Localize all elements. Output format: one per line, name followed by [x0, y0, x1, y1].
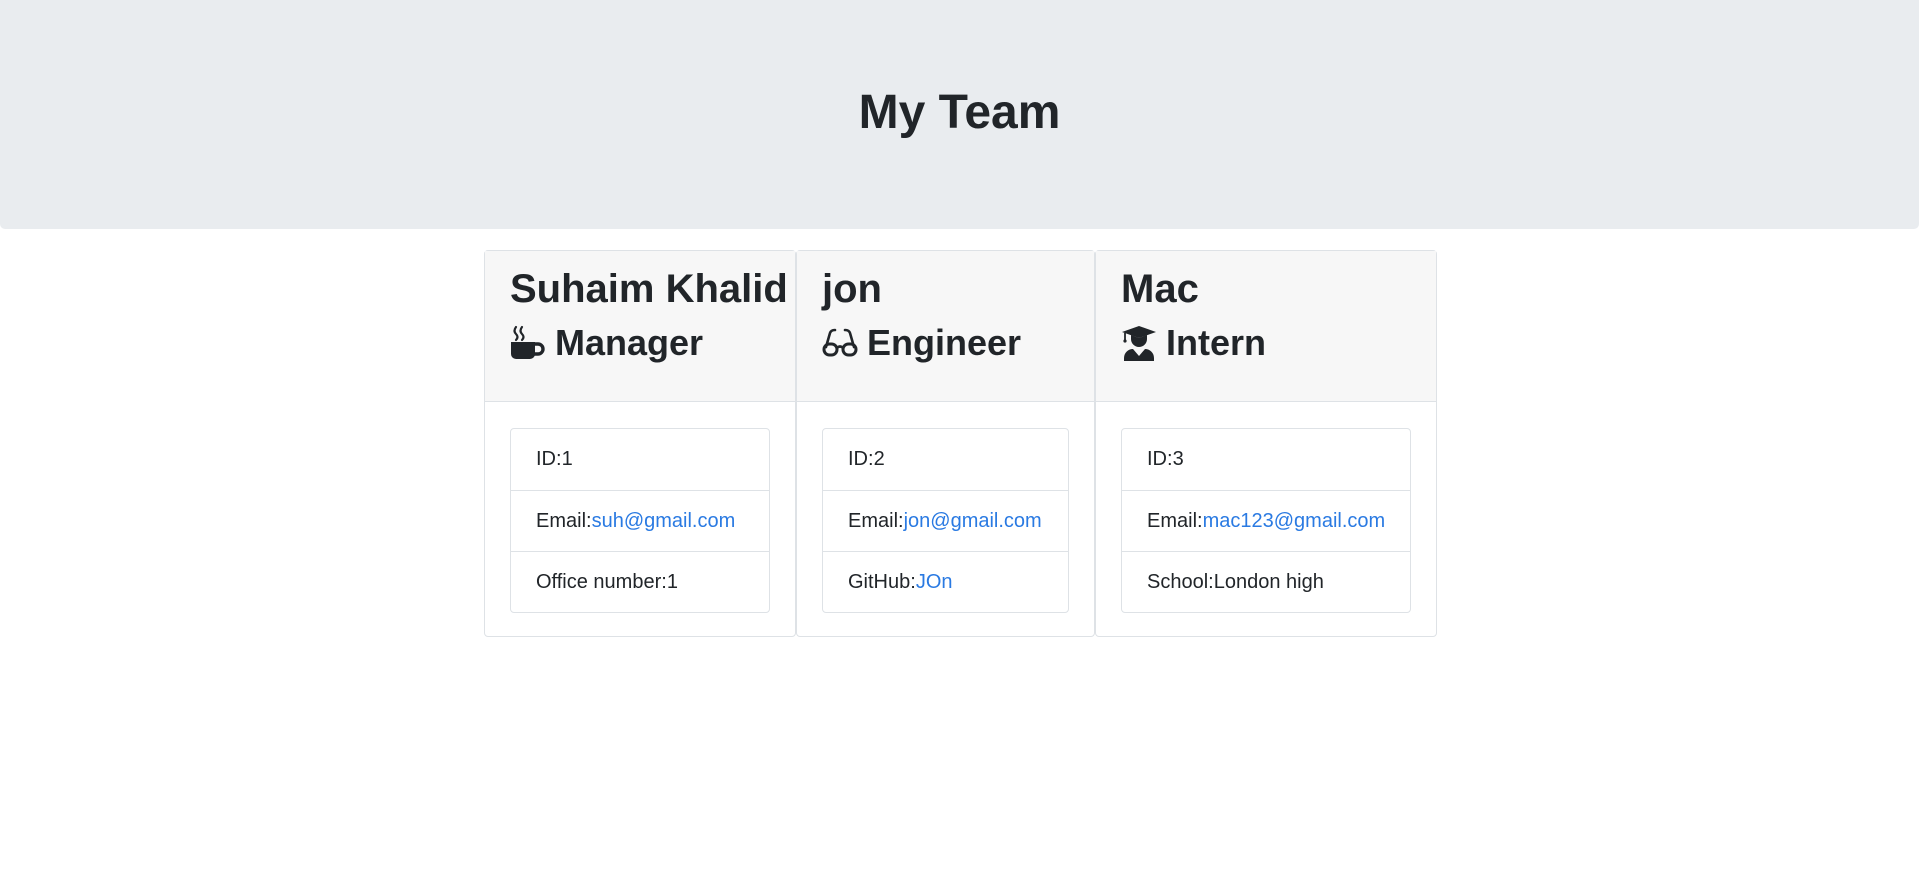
card-body: ID: 3 Email: mac123@gmail.com School: Lo… — [1096, 402, 1436, 613]
school-value: London high — [1213, 570, 1324, 593]
role-label: Engineer — [867, 322, 1022, 363]
details-list: ID: 1 Email: suh@gmail.com Office number… — [510, 428, 770, 613]
role-label: Manager — [555, 322, 704, 363]
list-item-github: GitHub: JOn — [823, 551, 1068, 612]
page-title: My Team — [858, 85, 1061, 139]
employee-name: Suhaim Khalid — [510, 267, 788, 311]
office-number-label: Office number: — [536, 570, 667, 593]
id-value: 1 — [561, 448, 573, 470]
email-label: Email: — [1147, 509, 1203, 532]
employee-role: Intern — [1121, 321, 1411, 364]
list-item-email: Email: mac123@gmail.com — [1122, 490, 1410, 551]
list-item-email: Email: suh@gmail.com — [511, 490, 769, 551]
employee-card-manager: Suhaim Khalid Manager ID: 1 Email: suh@g… — [484, 250, 796, 637]
employee-card-intern: Mac Intern ID: 3 Email: mac123@gmail.com… — [1095, 250, 1437, 637]
email-label: Email: — [848, 509, 904, 532]
page-header: My Team — [0, 0, 1919, 229]
coffee-mug-icon — [510, 325, 546, 361]
github-link[interactable]: JOn — [916, 571, 953, 594]
id-label: ID: — [536, 448, 562, 470]
list-item-id: ID: 3 — [1122, 429, 1410, 490]
details-list: ID: 2 Email: jon@gmail.com GitHub: JOn — [822, 428, 1069, 613]
team-cards: Suhaim Khalid Manager ID: 1 Email: suh@g… — [484, 250, 1437, 637]
school-label: School: — [1147, 570, 1214, 593]
list-item-id: ID: 1 — [511, 429, 769, 490]
card-header: jon Engineer — [797, 251, 1094, 402]
github-label: GitHub: — [848, 570, 916, 593]
employee-card-engineer: jon Engineer ID: 2 Email: jon@gmail.com … — [796, 250, 1095, 637]
email-label: Email: — [536, 509, 592, 532]
employee-role: Manager — [510, 321, 770, 364]
employee-name: Mac — [1121, 267, 1199, 311]
list-item-id: ID: 2 — [823, 429, 1068, 490]
list-item-email: Email: jon@gmail.com — [823, 490, 1068, 551]
graduate-icon — [1121, 325, 1157, 361]
email-link[interactable]: suh@gmail.com — [592, 510, 736, 533]
glasses-icon — [822, 325, 858, 361]
employee-role: Engineer — [822, 321, 1069, 364]
id-label: ID: — [1147, 448, 1173, 470]
list-item-school: School: London high — [1122, 551, 1410, 612]
card-header: Mac Intern — [1096, 251, 1436, 402]
office-number-value: 1 — [666, 570, 678, 593]
id-label: ID: — [848, 448, 874, 470]
id-value: 2 — [873, 448, 885, 470]
id-value: 3 — [1172, 448, 1184, 470]
card-header: Suhaim Khalid Manager — [485, 251, 795, 402]
card-body: ID: 2 Email: jon@gmail.com GitHub: JOn — [797, 402, 1094, 613]
details-list: ID: 3 Email: mac123@gmail.com School: Lo… — [1121, 428, 1411, 613]
card-body: ID: 1 Email: suh@gmail.com Office number… — [485, 402, 795, 613]
list-item-office-number: Office number: 1 — [511, 551, 769, 612]
employee-name: jon — [822, 267, 882, 311]
email-link[interactable]: mac123@gmail.com — [1203, 510, 1386, 533]
role-label: Intern — [1166, 322, 1267, 363]
email-link[interactable]: jon@gmail.com — [904, 510, 1042, 533]
